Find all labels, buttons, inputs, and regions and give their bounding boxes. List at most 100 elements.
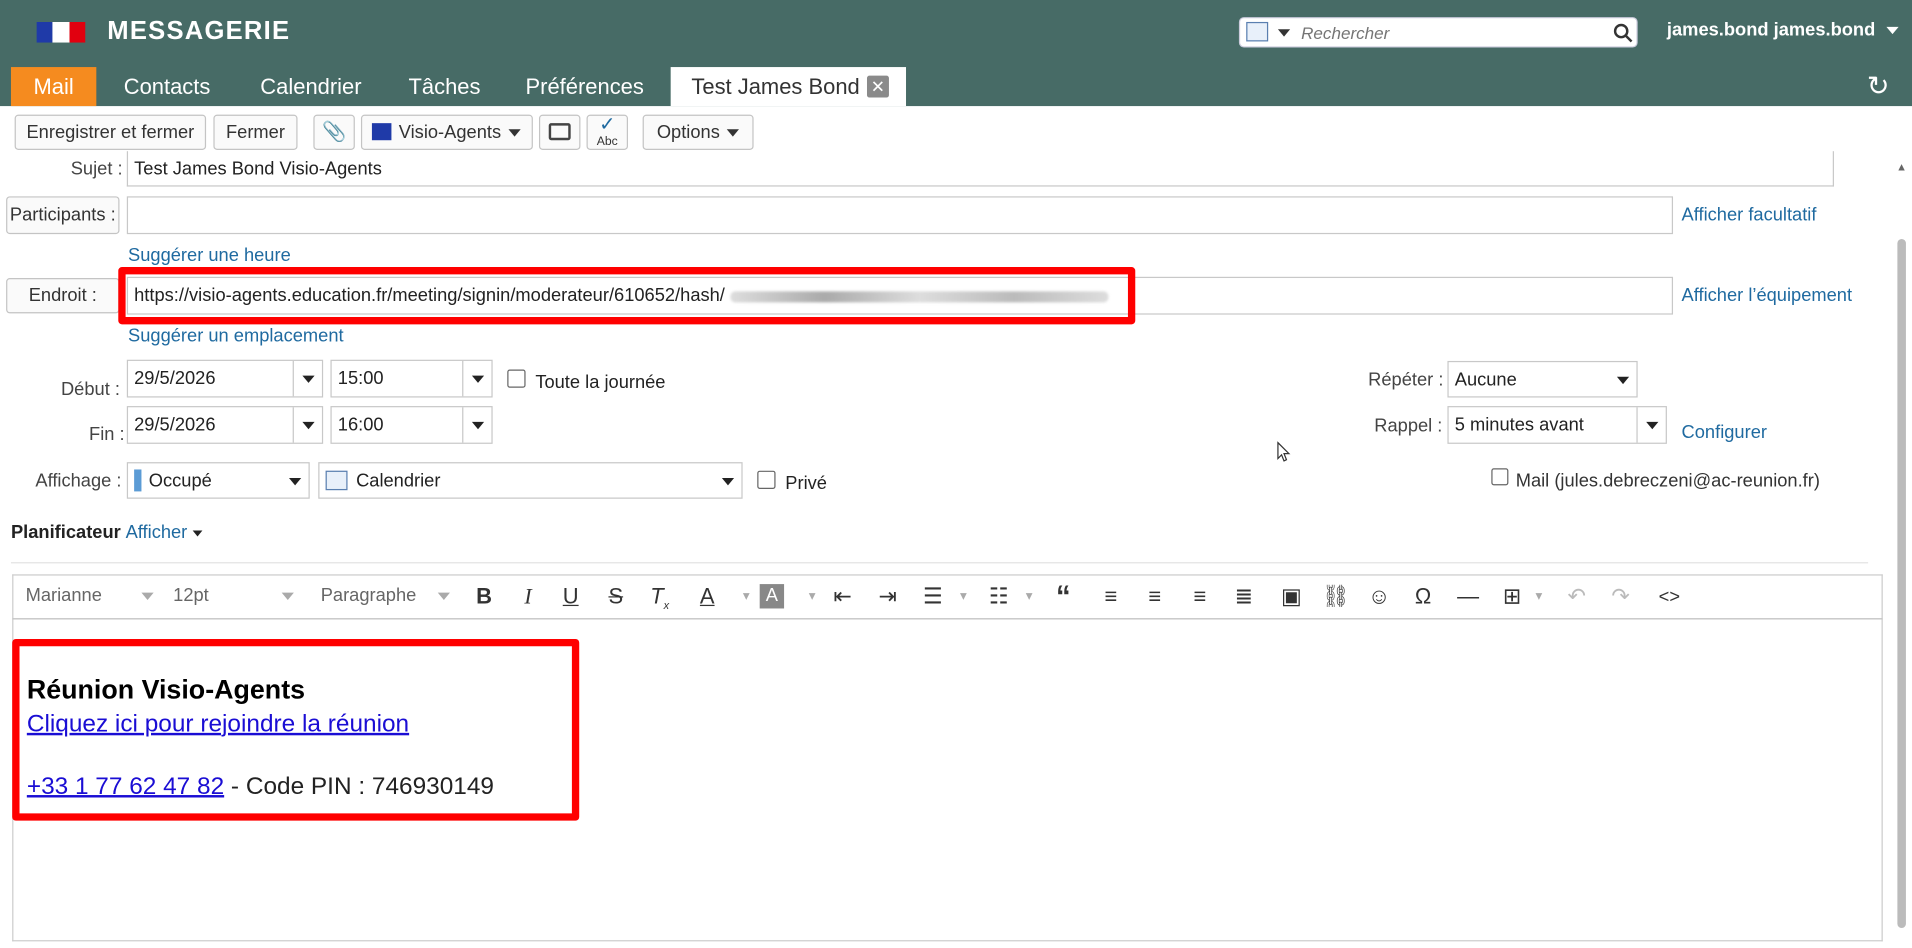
chevron-down-icon[interactable]: ▾ [733, 588, 760, 604]
time-picker-button[interactable] [462, 360, 491, 397]
text-color-icon[interactable]: A [694, 584, 721, 610]
align-right-icon[interactable]: ≡ [1186, 584, 1213, 610]
font-family-value[interactable]: Marianne [26, 585, 102, 606]
busy-value[interactable]: Occupé [149, 471, 212, 492]
font-family-select[interactable]: Marianne [26, 585, 154, 606]
underline-icon[interactable]: U [557, 584, 584, 610]
suggest-time-link[interactable]: Suggérer une heure [128, 245, 291, 266]
busy-select[interactable]: Occupé [126, 462, 310, 499]
suggest-location-link[interactable]: Suggérer un emplacement [128, 326, 344, 347]
emoji-icon[interactable]: ☺ [1366, 584, 1393, 610]
bullet-list-icon[interactable]: ☰ [919, 584, 946, 610]
search-box[interactable] [1238, 17, 1638, 48]
private-checkbox[interactable] [757, 470, 776, 489]
chevron-down-icon[interactable] [140, 592, 154, 600]
search-icon[interactable] [1613, 23, 1633, 43]
configure-link[interactable]: Configurer [1682, 422, 1767, 443]
date-picker-button[interactable] [292, 360, 322, 397]
calendar-select[interactable]: Calendrier [318, 462, 743, 499]
tab-tasks[interactable]: Tâches [399, 67, 490, 106]
attach-button[interactable]: 📎 [313, 114, 355, 150]
mail-checkbox[interactable] [1491, 468, 1509, 486]
scrollbar[interactable]: ▲ [1893, 161, 1910, 941]
repeat-select[interactable]: Aucune [1447, 360, 1638, 398]
options-button[interactable]: Options [642, 114, 754, 150]
chevron-down-icon[interactable]: ▾ [950, 588, 977, 604]
blockquote-icon[interactable]: “ [1050, 580, 1077, 614]
location-button[interactable]: Endroit : [6, 278, 120, 314]
show-optional-link[interactable]: Afficher facultatif [1682, 205, 1817, 226]
save-close-button[interactable]: Enregistrer et fermer [14, 114, 207, 150]
align-left-icon[interactable]: ≡ [1097, 584, 1124, 610]
end-date-input[interactable]: 29/5/2026 [126, 406, 324, 444]
start-time-value[interactable]: 15:00 [338, 368, 384, 389]
chevron-down-icon[interactable]: ▾ [1016, 588, 1043, 604]
start-date-value[interactable]: 29/5/2026 [134, 368, 215, 389]
print-button[interactable] [538, 114, 581, 150]
chevron-down-icon[interactable] [1277, 29, 1291, 37]
end-time-value[interactable]: 16:00 [338, 415, 384, 436]
calendar-scope-icon[interactable] [1246, 21, 1269, 42]
scroll-up-icon[interactable]: ▲ [1896, 161, 1907, 173]
tab-preferences[interactable]: Préférences [513, 67, 656, 106]
clear-format-icon[interactable]: Tx [646, 584, 673, 612]
start-date-input[interactable]: 29/5/2026 [126, 359, 324, 398]
show-equipment-link[interactable]: Afficher l’équipement [1682, 285, 1852, 306]
highlight-color-icon[interactable]: A [759, 584, 785, 609]
align-justify-icon[interactable]: ≣ [1230, 584, 1257, 610]
reminder-select[interactable]: 5 minutes avant [1447, 406, 1667, 444]
subject-input[interactable]: Test James Bond Visio-Agents [126, 151, 1834, 187]
end-date-value[interactable]: 29/5/2026 [134, 415, 215, 436]
close-button[interactable]: Fermer [213, 114, 298, 150]
search-input[interactable] [1301, 20, 1606, 46]
align-center-icon[interactable]: ≡ [1141, 584, 1168, 610]
chevron-down-icon[interactable] [1886, 26, 1899, 35]
user-name[interactable]: james.bond james.bond [1667, 20, 1875, 41]
block-format-value[interactable]: Paragraphe [321, 585, 417, 606]
chevron-down-icon[interactable] [192, 529, 202, 536]
bold-icon[interactable]: B [471, 584, 498, 610]
tab-contacts[interactable]: Contacts [113, 67, 220, 106]
block-format-select[interactable]: Paragraphe [321, 585, 451, 606]
image-icon[interactable]: ▣ [1278, 584, 1305, 610]
start-time-input[interactable]: 15:00 [330, 359, 493, 398]
visio-agents-button[interactable]: Visio-Agents [360, 114, 533, 150]
spellcheck-button[interactable]: ✓ Abc [586, 114, 628, 150]
undo-icon[interactable]: ↶ [1563, 584, 1590, 610]
chevron-down-icon[interactable] [281, 592, 295, 600]
chevron-down-icon[interactable]: ▾ [1525, 588, 1552, 604]
chevron-down-icon[interactable] [288, 478, 302, 486]
tab-event-test-james-bond[interactable]: Test James Bond ✕ [670, 67, 907, 107]
scrollbar-thumb[interactable] [1897, 239, 1906, 928]
all-day-checkbox[interactable] [507, 369, 526, 388]
font-size-value[interactable]: 12pt [173, 585, 209, 606]
chevron-down-icon[interactable]: ▾ [799, 588, 826, 604]
outdent-icon[interactable]: ⇤ [829, 584, 856, 610]
reminder-value[interactable]: 5 minutes avant [1455, 415, 1584, 436]
redo-icon[interactable]: ↷ [1607, 584, 1634, 610]
chevron-down-icon[interactable] [721, 478, 735, 486]
italic-icon[interactable]: I [515, 584, 542, 610]
indent-icon[interactable]: ⇥ [874, 584, 901, 610]
font-size-select[interactable]: 12pt [173, 585, 295, 606]
chevron-down-icon[interactable] [1616, 376, 1630, 385]
chevron-down-icon[interactable] [438, 592, 451, 600]
participants-input[interactable] [126, 196, 1674, 235]
source-code-icon[interactable]: <> [1656, 587, 1683, 608]
calendar-value[interactable]: Calendrier [356, 471, 440, 492]
chevron-down-icon[interactable] [1636, 407, 1665, 443]
strikethrough-icon[interactable]: S [602, 584, 629, 610]
tab-calendar[interactable]: Calendrier [248, 67, 375, 106]
user-menu[interactable]: james.bond james.bond [1667, 20, 1899, 41]
horizontal-rule-icon[interactable]: — [1455, 584, 1482, 610]
table-icon[interactable]: ⊞ [1499, 584, 1526, 610]
link-icon[interactable]: ⛓ [1322, 584, 1350, 610]
tab-label[interactable]: Test James Bond [691, 74, 859, 98]
participants-button[interactable]: Participants : [6, 196, 120, 235]
tab-mail[interactable]: Mail [10, 67, 97, 107]
numbered-list-icon[interactable]: ☷ [985, 584, 1012, 610]
time-picker-button[interactable] [462, 407, 491, 443]
scheduler-show-label[interactable]: Afficher [126, 522, 188, 543]
special-char-icon[interactable]: Ω [1410, 584, 1437, 610]
refresh-icon[interactable]: ↻ [1867, 71, 1889, 103]
